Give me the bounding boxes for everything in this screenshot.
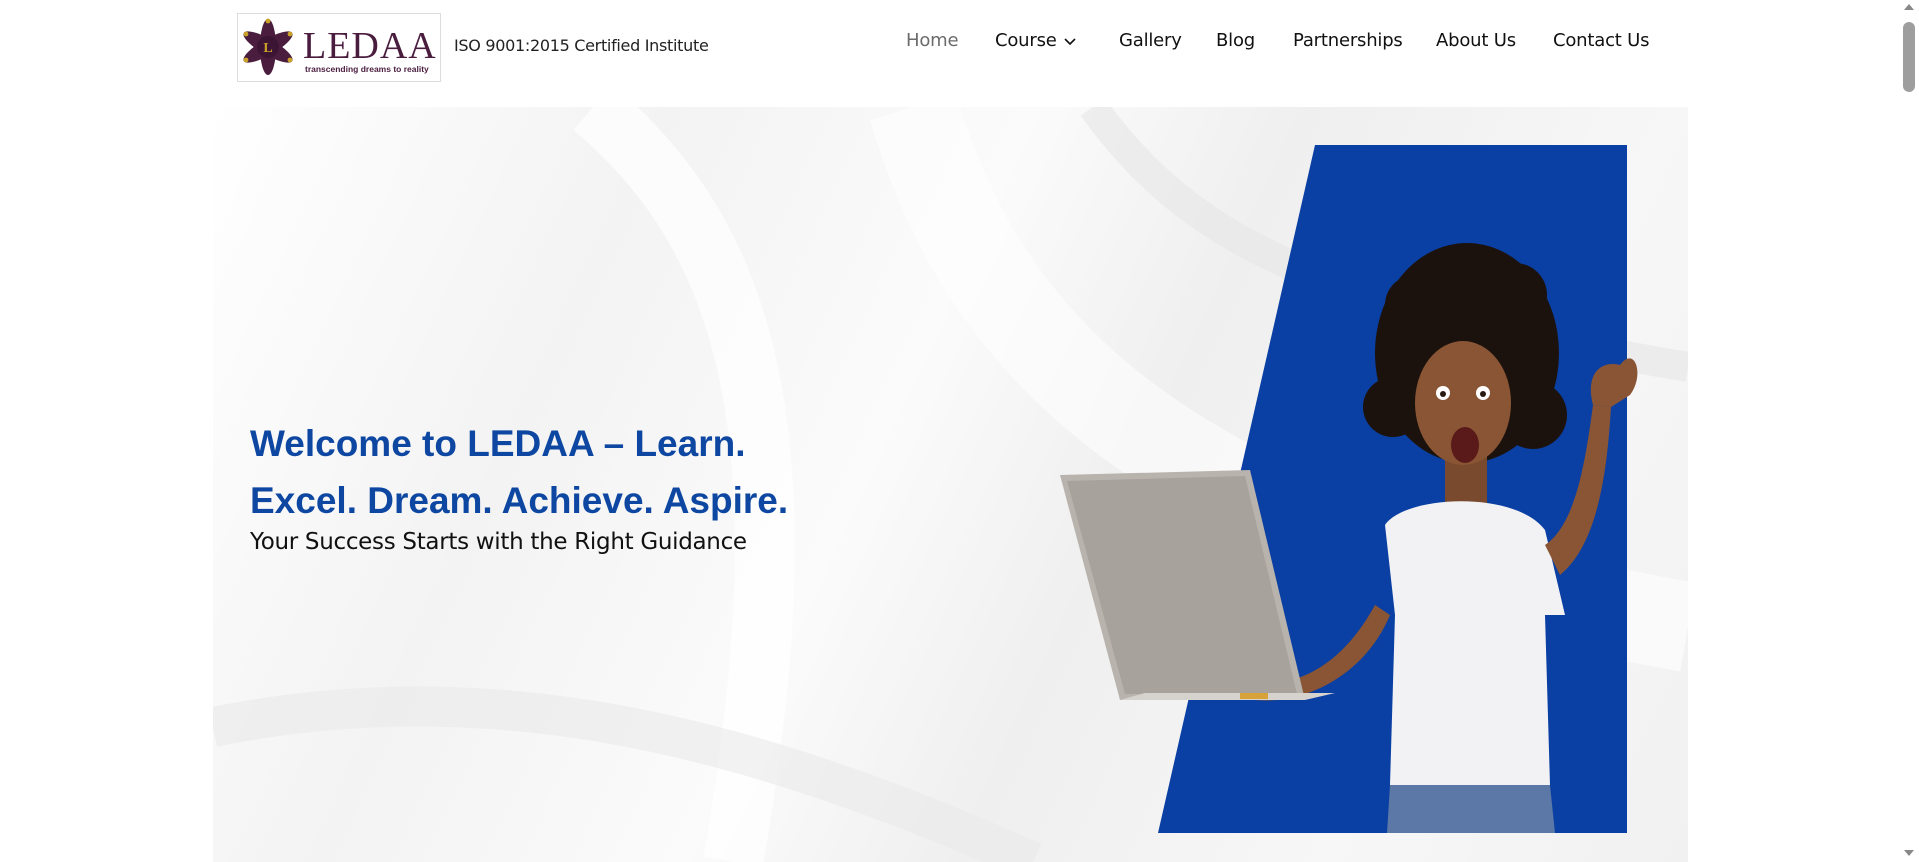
scroll-down-arrow-icon[interactable] (1904, 850, 1914, 856)
chevron-down-icon (1064, 38, 1076, 46)
logo-tagline: transcending dreams to reality (305, 64, 429, 74)
page-scrollbar[interactable] (1899, 0, 1919, 862)
scrollbar-thumb[interactable] (1903, 22, 1915, 92)
nav-contact-us[interactable]: Contact Us (1553, 30, 1650, 51)
nav-course[interactable]: Course (995, 30, 1077, 51)
nav-home[interactable]: Home (906, 30, 959, 51)
hero-heading-line1: Welcome to LEDAA – Learn. (250, 423, 746, 464)
nav-partnerships[interactable]: Partnerships (1293, 30, 1403, 51)
main-nav: Home Course Gallery Blog Partnerships Ab… (0, 30, 1899, 60)
hero-image-woman-with-laptop (1060, 145, 1638, 833)
nav-course-label: Course (995, 30, 1057, 51)
scroll-up-arrow-icon[interactable] (1904, 4, 1914, 10)
nav-about-us[interactable]: About Us (1436, 30, 1516, 51)
hero-heading-line2: Excel. Dream. Achieve. Aspire. (250, 480, 789, 521)
nav-blog[interactable]: Blog (1216, 30, 1255, 51)
hero-heading: Welcome to LEDAA – Learn. Excel. Dream. … (250, 415, 788, 529)
nav-gallery[interactable]: Gallery (1119, 30, 1182, 51)
hero-subtitle: Your Success Starts with the Right Guida… (250, 529, 747, 555)
site-header: L LEDAA transcending dreams to reality I… (0, 0, 1899, 106)
